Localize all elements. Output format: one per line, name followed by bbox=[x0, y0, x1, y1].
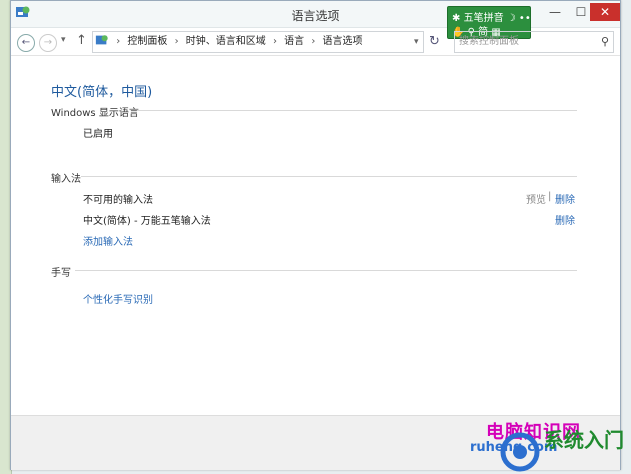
breadcrumb-separator: › bbox=[272, 36, 277, 47]
breadcrumb-clock-language-region[interactable]: 时钟、语言和区域 bbox=[186, 36, 266, 47]
input-method-unavailable: 不可用的输入法 bbox=[83, 195, 153, 206]
page-title: 中文(简体，中国) bbox=[51, 85, 153, 100]
display-language-status: 已启用 bbox=[83, 129, 113, 140]
section-divider bbox=[75, 270, 577, 271]
section-divider bbox=[81, 176, 577, 177]
moon-icon[interactable]: ☽ bbox=[507, 13, 516, 24]
link-separator: | bbox=[548, 191, 552, 202]
section-divider bbox=[137, 110, 577, 111]
remove-link[interactable]: 删除 bbox=[555, 191, 575, 206]
breadcrumb-separator: › bbox=[174, 36, 179, 47]
input-methods-heading: 输入法 bbox=[51, 174, 81, 185]
handwriting-heading: 手写 bbox=[51, 268, 71, 279]
recent-pages-dropdown-icon[interactable]: ▾ bbox=[61, 35, 66, 45]
remove-link[interactable]: 删除 bbox=[555, 212, 575, 227]
breadcrumb-language-options[interactable]: 语言选项 bbox=[323, 36, 363, 47]
address-bar[interactable]: › 控制面板 › 时钟、语言和区域 › 语言 › 语言选项 bbox=[92, 31, 424, 53]
navigation-bar: ← → ▾ ↑ › 控制面板 › 时钟、语言和区域 › 语言 › 语言选项 ▾ … bbox=[11, 28, 620, 56]
control-panel-icon bbox=[95, 35, 108, 45]
breadcrumb-separator: › bbox=[116, 36, 121, 47]
breadcrumb-control-panel[interactable]: 控制面板 bbox=[127, 36, 167, 47]
search-icon[interactable]: ⚲ bbox=[601, 32, 609, 52]
minimize-button[interactable]: — bbox=[542, 3, 568, 21]
up-arrow-icon[interactable]: ↑ bbox=[76, 33, 87, 48]
breadcrumb-language[interactable]: 语言 bbox=[284, 36, 304, 47]
watermark-brand: 系统入门 bbox=[544, 428, 624, 452]
preview-link[interactable]: 预览 bbox=[526, 191, 546, 206]
display-language-heading: Windows 显示语言 bbox=[51, 108, 139, 119]
refresh-icon[interactable]: ↻ bbox=[429, 34, 440, 49]
address-dropdown-icon[interactable]: ▾ bbox=[414, 37, 419, 47]
search-placeholder: 搜索控制面板 bbox=[459, 36, 519, 47]
close-button[interactable]: ✕ bbox=[590, 3, 620, 21]
forward-button[interactable]: → bbox=[39, 34, 57, 52]
language-options-window: 语言选项 — ☐ ✕ ✱ 五笔拼音 ☽ •• ✋ ⚲ 简 ▦ ← → ▾ ↑ › bbox=[10, 0, 621, 470]
personalize-handwriting-link[interactable]: 个性化手写识别 bbox=[83, 291, 153, 306]
dots-icon[interactable]: •• bbox=[519, 13, 531, 24]
add-input-method-link[interactable]: 添加输入法 bbox=[83, 233, 133, 248]
main-content: 中文(简体，中国) Windows 显示语言 已启用 输入法 不可用的输入法 预… bbox=[11, 55, 620, 415]
search-input[interactable]: 搜索控制面板 ⚲ bbox=[454, 31, 614, 53]
back-button[interactable]: ← bbox=[17, 34, 35, 52]
input-method-wubi: 中文(简体) - 万能五笔输入法 bbox=[83, 216, 211, 227]
breadcrumb-separator: › bbox=[311, 36, 316, 47]
